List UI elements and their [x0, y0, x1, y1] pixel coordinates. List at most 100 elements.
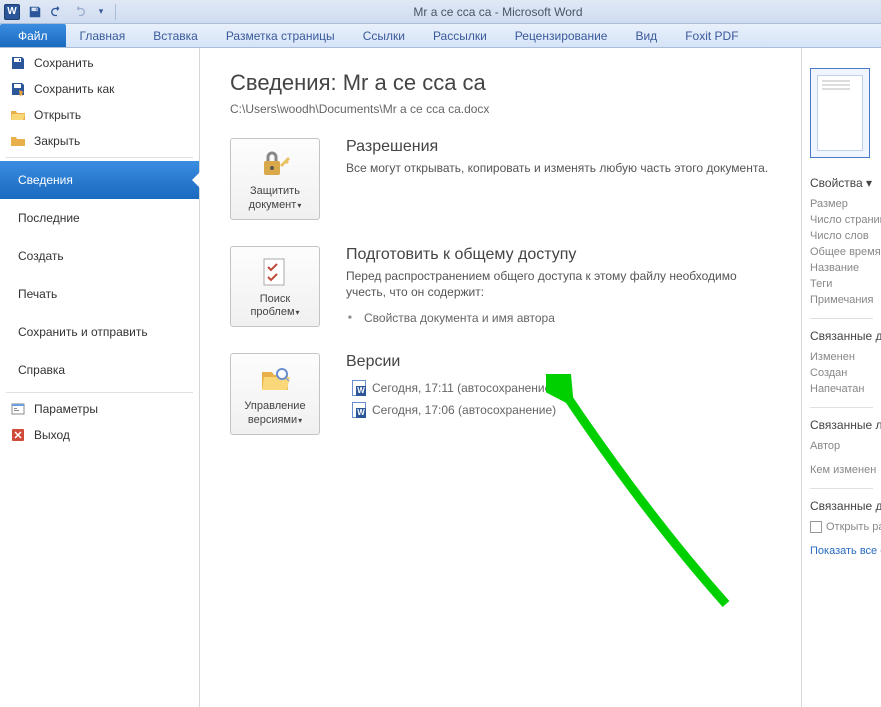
show-all-props-link[interactable]: Показать все свойства — [810, 543, 881, 559]
ribbon-tab-pagelayout[interactable]: Разметка страницы — [212, 24, 349, 47]
close-folder-icon — [10, 133, 26, 149]
prop-modified: Изменен — [810, 349, 881, 365]
sidebar-item-options[interactable]: Параметры — [0, 396, 199, 422]
sidebar-item-close[interactable]: Закрыть — [0, 128, 199, 154]
ribbon-tab-review[interactable]: Рецензирование — [501, 24, 622, 47]
ribbon: Файл Главная Вставка Разметка страницы С… — [0, 24, 881, 48]
page-title: Сведения: Mr a ce cca ca — [230, 70, 771, 96]
save-icon — [10, 55, 26, 71]
open-file-location[interactable]: Открыть расположение — [810, 519, 881, 535]
document-thumbnail[interactable] — [810, 68, 870, 158]
prop-size: Размер — [810, 196, 881, 212]
ribbon-tab-mailings[interactable]: Рассылки — [419, 24, 501, 47]
word-doc-icon — [352, 380, 366, 396]
section-text: Перед распространением общего доступа к … — [346, 268, 771, 302]
sidebar-item-label: Сохранить и отправить — [18, 325, 148, 339]
sidebar-item-saveas[interactable]: Сохранить как — [0, 76, 199, 102]
qat-redo-icon[interactable] — [69, 2, 89, 22]
prop-pages: Число страниц — [810, 212, 881, 228]
open-folder-icon — [10, 107, 26, 123]
qat-customize-icon[interactable]: ▾ — [91, 2, 111, 22]
sidebar-item-label: Сохранить — [34, 56, 94, 70]
version-list: Сегодня, 17:11 (автосохранение) Сегодня,… — [346, 377, 771, 421]
document-path: C:\Users\woodh\Documents\Mr a ce cca ca.… — [230, 102, 771, 116]
qat-undo-icon[interactable] — [47, 2, 67, 22]
ribbon-tab-file[interactable]: Файл — [0, 24, 66, 47]
button-label: Поиск проблем — [250, 293, 294, 319]
sidebar-item-recent[interactable]: Последние — [0, 199, 199, 237]
rp-separator — [810, 488, 873, 489]
sidebar-item-exit[interactable]: Выход — [0, 422, 199, 448]
rp-separator — [810, 318, 873, 319]
sidebar-item-help[interactable]: Справка — [0, 351, 199, 389]
section-text: Все могут открывать, копировать и изменя… — [346, 160, 771, 177]
section-versions: Управление версиями▾ Версии Сегодня, 17:… — [230, 353, 771, 435]
section-prepare: Поиск проблем▾ Подготовить к общему дост… — [230, 246, 771, 328]
version-item[interactable]: Сегодня, 17:11 (автосохранение) — [346, 377, 771, 399]
exit-icon — [10, 427, 26, 443]
sidebar-item-label: Открыть — [34, 108, 81, 122]
qat-separator — [115, 4, 116, 20]
versions-icon — [258, 362, 292, 396]
ribbon-tab-home[interactable]: Главная — [66, 24, 140, 47]
titlebar: W ▾ Mr a ce cca ca - Microsoft Word — [0, 0, 881, 24]
section-heading: Подготовить к общему доступу — [346, 246, 771, 264]
ribbon-tab-references[interactable]: Ссылки — [349, 24, 419, 47]
sidebar-item-savesend[interactable]: Сохранить и отправить — [0, 313, 199, 351]
related-dates-heading: Связанные даты — [810, 329, 881, 343]
bullet-item: Свойства документа и имя автора — [346, 309, 771, 327]
related-people-heading: Связанные люди — [810, 418, 881, 432]
sidebar-item-save[interactable]: Сохранить — [0, 50, 199, 76]
ribbon-tab-foxit[interactable]: Foxit PDF — [671, 24, 752, 47]
ribbon-tab-view[interactable]: Вид — [621, 24, 671, 47]
sidebar-item-label: Создать — [18, 249, 64, 263]
sidebar-item-label: Сведения — [18, 173, 73, 187]
button-label: Защитить документ — [249, 185, 300, 211]
sidebar-item-print[interactable]: Печать — [0, 275, 199, 313]
qat-save-icon[interactable] — [25, 2, 45, 22]
prop-lastmod: Кем изменен — [810, 462, 881, 478]
prop-tags: Теги — [810, 276, 881, 292]
prop-author: Автор — [810, 438, 881, 454]
props-heading[interactable]: Свойства ▾ — [810, 176, 881, 190]
related-docs-heading: Связанные документы — [810, 499, 881, 513]
word-doc-icon — [352, 402, 366, 418]
sidebar-item-label: Печать — [18, 287, 57, 301]
backstage-sidebar: Сохранить Сохранить как Открыть Закрыть … — [0, 48, 200, 707]
properties-panel: Свойства ▾ Размер Число страниц Число сл… — [801, 48, 881, 707]
sidebar-item-label: Сохранить как — [34, 82, 114, 96]
version-item[interactable]: Сегодня, 17:06 (автосохранение) — [346, 399, 771, 421]
section-heading: Версии — [346, 353, 771, 371]
manage-versions-button[interactable]: Управление версиями▾ — [230, 353, 320, 435]
sidebar-item-label: Последние — [18, 211, 80, 225]
prop-comments: Примечания — [810, 292, 881, 308]
prop-edit-time: Общее время — [810, 244, 881, 260]
version-label: Сегодня, 17:11 (автосохранение) — [372, 381, 555, 395]
checklist-icon — [258, 255, 292, 289]
ribbon-tab-insert[interactable]: Вставка — [139, 24, 212, 47]
check-issues-button[interactable]: Поиск проблем▾ — [230, 246, 320, 328]
sidebar-item-label: Закрыть — [34, 134, 80, 148]
save-as-icon — [10, 81, 26, 97]
rp-separator — [810, 407, 873, 408]
options-icon — [10, 401, 26, 417]
window-title: Mr a ce cca ca - Microsoft Word — [119, 5, 877, 19]
section-permissions: Защитить документ▾ Разрешения Все могут … — [230, 138, 771, 220]
sidebar-item-info[interactable]: Сведения — [0, 161, 199, 199]
info-content: Сведения: Mr a ce cca ca C:\Users\woodh\… — [200, 48, 801, 707]
prop-name: Название — [810, 260, 881, 276]
sidebar-separator — [6, 392, 193, 393]
sidebar-separator — [6, 157, 193, 158]
section-heading: Разрешения — [346, 138, 771, 156]
lock-key-icon — [258, 147, 292, 181]
sidebar-item-label: Справка — [18, 363, 65, 377]
checkbox-icon — [810, 521, 822, 533]
sidebar-item-label: Параметры — [34, 402, 98, 416]
sidebar-item-new[interactable]: Создать — [0, 237, 199, 275]
prepare-bullets: Свойства документа и имя автора — [346, 309, 771, 327]
version-label: Сегодня, 17:06 (автосохранение) — [372, 403, 556, 417]
prop-printed: Напечатан — [810, 381, 881, 397]
protect-document-button[interactable]: Защитить документ▾ — [230, 138, 320, 220]
prop-words: Число слов — [810, 228, 881, 244]
sidebar-item-open[interactable]: Открыть — [0, 102, 199, 128]
